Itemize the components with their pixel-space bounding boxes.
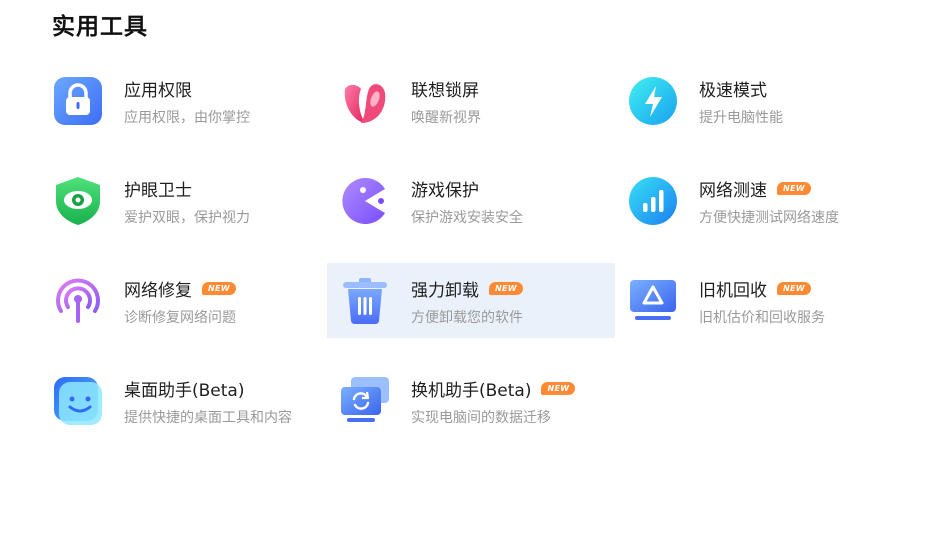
tool-name: 游戏保护 [411, 181, 479, 201]
tool-desc: 方便快捷测试网络速度 [699, 210, 839, 226]
recycle-icon [627, 275, 679, 327]
tool-name: 联想锁屏 [411, 81, 479, 101]
tool-name: 网络测速 [699, 181, 767, 201]
tool-desc: 提升电脑性能 [699, 110, 783, 126]
tool-speed-mode[interactable]: 极速模式 提升电脑性能 [627, 63, 915, 138]
lock-icon [52, 75, 104, 127]
tool-force-uninstall[interactable]: 强力卸载 NEW 方便卸载您的软件 [327, 263, 615, 338]
tool-name: 旧机回收 [699, 281, 767, 301]
tool-network-speed-test[interactable]: 网络测速 NEW 方便快捷测试网络速度 [627, 163, 915, 238]
tool-name: 应用权限 [124, 81, 192, 101]
tool-name: 换机助手(Beta) [411, 381, 532, 401]
tool-device-recycle[interactable]: 旧机回收 NEW 旧机估价和回收服务 [627, 263, 915, 338]
tool-name: 桌面助手(Beta) [124, 381, 245, 401]
tool-lenovo-lockscreen[interactable]: 联想锁屏 唤醒新视界 [339, 63, 627, 138]
lenovo-lockscreen-icon [339, 75, 391, 127]
tool-desc: 应用权限，由你掌控 [124, 110, 250, 126]
lightning-icon [627, 75, 679, 127]
tool-desc: 方便卸载您的软件 [411, 310, 523, 326]
tool-desktop-assistant[interactable]: 桌面助手(Beta) 提供快捷的桌面工具和内容 [52, 363, 340, 438]
new-badge: NEW [777, 182, 811, 195]
tool-desc: 提供快捷的桌面工具和内容 [124, 410, 292, 426]
tool-name: 网络修复 [124, 281, 192, 301]
speed-bars-icon [627, 175, 679, 227]
tool-name: 极速模式 [699, 81, 767, 101]
tool-desc: 实现电脑间的数据迁移 [411, 410, 551, 426]
tool-app-permission[interactable]: 应用权限 应用权限，由你掌控 [52, 63, 340, 138]
tool-name: 护眼卫士 [124, 181, 192, 201]
migrate-icon [339, 375, 391, 427]
tool-network-repair[interactable]: 网络修复 NEW 诊断修复网络问题 [52, 263, 340, 338]
tool-migration-assistant[interactable]: 换机助手(Beta) NEW 实现电脑间的数据迁移 [339, 363, 627, 438]
new-badge: NEW [202, 282, 236, 295]
new-badge: NEW [541, 382, 576, 395]
game-pacman-icon [339, 175, 391, 227]
new-badge: NEW [489, 282, 523, 295]
tool-name: 强力卸载 [411, 281, 479, 301]
signal-repair-icon [52, 275, 104, 327]
tool-eye-protection[interactable]: 护眼卫士 爱护双眼，保护视力 [52, 163, 340, 238]
new-badge: NEW [777, 282, 811, 295]
tool-desc: 保护游戏安装安全 [411, 210, 523, 226]
eye-shield-icon [52, 175, 104, 227]
section-title: 实用工具 [52, 14, 148, 40]
trash-icon [339, 275, 391, 327]
tool-desc: 唤醒新视界 [411, 110, 481, 126]
smiley-icon [52, 375, 104, 427]
tool-desc: 旧机估价和回收服务 [699, 310, 825, 326]
tool-desc: 爱护双眼，保护视力 [124, 210, 250, 226]
tool-desc: 诊断修复网络问题 [124, 310, 236, 326]
tool-game-protection[interactable]: 游戏保护 保护游戏安装安全 [339, 163, 627, 238]
